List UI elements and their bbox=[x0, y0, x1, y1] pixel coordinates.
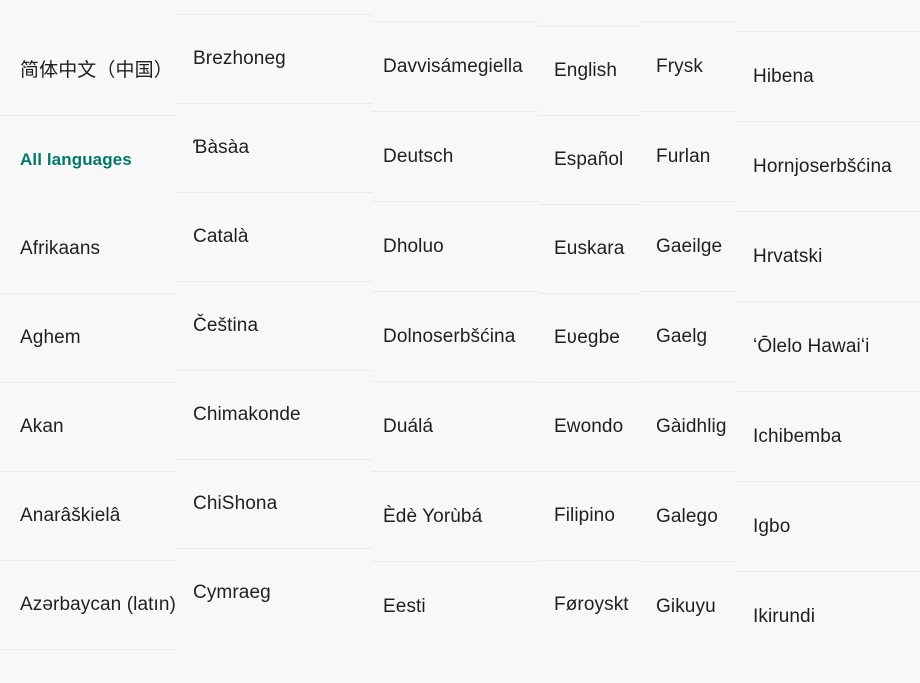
language-option[interactable]: Gikuyu bbox=[640, 562, 735, 652]
language-column-4: EkegusiiEnglishEspañolEuskaraEʋegbeEwond… bbox=[538, 0, 640, 650]
language-option[interactable]: Dholuo bbox=[372, 202, 538, 292]
language-option[interactable]: Hornjoserbšćina bbox=[735, 122, 920, 212]
language-option[interactable]: Èdè Yorùbá bbox=[372, 472, 538, 562]
language-option[interactable]: Čeština bbox=[175, 282, 372, 371]
language-option[interactable]: Ewondo bbox=[538, 383, 640, 472]
language-option[interactable]: Ichibemba bbox=[735, 392, 920, 482]
language-option[interactable]: Anarâškielâ bbox=[0, 472, 175, 561]
language-option[interactable]: Hrvatski bbox=[735, 212, 920, 302]
language-option[interactable]: Deutsch bbox=[372, 112, 538, 202]
language-option[interactable]: Euskara bbox=[538, 205, 640, 294]
language-option[interactable]: Eesti bbox=[372, 562, 538, 652]
language-picker: ggg简体中文（中国）All languagesAfrikaansAghemAk… bbox=[0, 0, 920, 683]
language-option[interactable]: Hausa bbox=[735, 0, 920, 32]
language-column-5: FrançaisFryskFurlanGaeilgeGaelgGàidhligG… bbox=[640, 0, 735, 652]
language-option[interactable]: Cymraeg bbox=[175, 549, 372, 638]
language-column-6: HausaHibenaHornjoserbšćinaHrvatskiʻŌlelo… bbox=[735, 0, 920, 662]
language-option[interactable]: Ɓàsàa bbox=[175, 104, 372, 193]
language-column-2: Bosanski (latinica)BrezhonegƁàsàaCatalàČ… bbox=[175, 0, 372, 638]
language-option[interactable]: Davvisámegiella bbox=[372, 22, 538, 112]
language-section-header[interactable]: All languages bbox=[0, 116, 175, 205]
language-option[interactable]: Filipino bbox=[538, 472, 640, 561]
language-option[interactable]: Dansk bbox=[372, 0, 538, 22]
language-option[interactable]: Azərbaycan (latın) bbox=[0, 561, 176, 650]
language-column-1: ggg简体中文（中国）All languagesAfrikaansAghemAk… bbox=[0, 0, 176, 683]
language-option[interactable]: Furlan bbox=[640, 112, 735, 202]
language-option[interactable]: Føroyskt bbox=[538, 561, 640, 650]
language-option[interactable]: Gaeilge bbox=[640, 202, 735, 292]
language-option[interactable]: Aghem bbox=[0, 294, 175, 383]
language-option[interactable]: Frysk bbox=[640, 22, 735, 112]
language-option[interactable]: Brezhoneg bbox=[175, 15, 372, 104]
language-option[interactable]: Chimakonde bbox=[175, 371, 372, 460]
language-option[interactable]: Español bbox=[538, 116, 640, 205]
language-option[interactable]: Français bbox=[640, 0, 735, 22]
language-option[interactable]: Català bbox=[175, 193, 372, 282]
language-option[interactable]: Ikirundi bbox=[735, 572, 920, 662]
language-option[interactable]: ChiShona bbox=[175, 460, 372, 549]
language-column-3: DanskDavvisámegiellaDeutschDholuoDolnose… bbox=[372, 0, 538, 652]
language-option[interactable]: ʻŌlelo Hawaiʻi bbox=[735, 302, 920, 392]
language-option[interactable]: 简体中文（中国） bbox=[0, 27, 175, 116]
language-option[interactable]: Hibena bbox=[735, 32, 920, 122]
language-option[interactable]: Duálá bbox=[372, 382, 538, 472]
language-section-header[interactable]: ggg bbox=[0, 0, 175, 27]
language-option[interactable]: Bamanakan bbox=[0, 650, 175, 683]
language-option[interactable]: Gàidhlig bbox=[640, 382, 735, 472]
language-option[interactable]: Ekegusii bbox=[538, 0, 640, 27]
language-option[interactable]: English bbox=[538, 27, 640, 116]
language-option[interactable]: Akan bbox=[0, 383, 175, 472]
language-option[interactable]: Eʋegbe bbox=[538, 294, 640, 383]
language-option[interactable]: Afrikaans bbox=[0, 205, 175, 294]
language-option[interactable]: Gaelg bbox=[640, 292, 735, 382]
language-option[interactable]: Bosanski (latinica) bbox=[175, 0, 372, 15]
language-option[interactable]: Dolnoserbšćina bbox=[372, 292, 538, 382]
language-option[interactable]: Igbo bbox=[735, 482, 920, 572]
language-option[interactable]: Galego bbox=[640, 472, 735, 562]
